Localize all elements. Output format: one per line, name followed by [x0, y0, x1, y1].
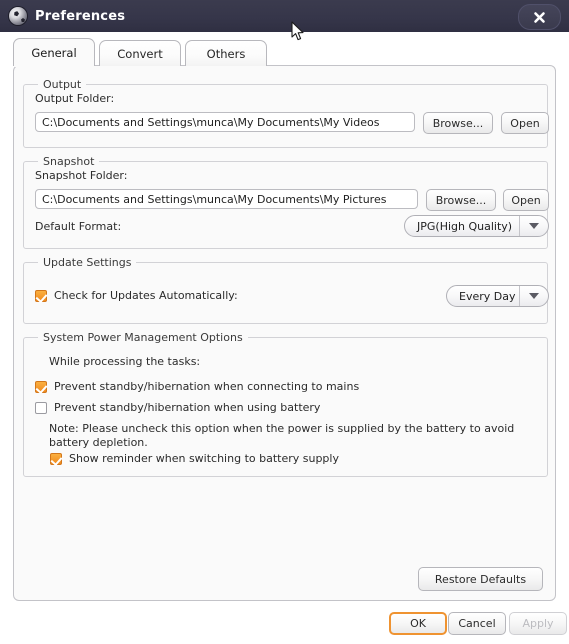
app-ball-icon: [9, 7, 27, 25]
output-folder-input[interactable]: [35, 112, 415, 132]
close-icon: [534, 11, 545, 23]
apply-label: Apply: [522, 617, 554, 630]
output-group-title: Output: [38, 78, 87, 91]
tab-general-label: General: [31, 45, 77, 60]
chevron-down-icon: [519, 216, 548, 236]
power-intro-label: While processing the tasks:: [49, 355, 201, 368]
power-management-group: System Power Management Options While pr…: [23, 331, 548, 477]
default-format-select[interactable]: JPG(High Quality): [404, 215, 549, 237]
prevent-standby-mains-label: Prevent standby/hibernation when connect…: [54, 380, 360, 393]
output-open-label: Open: [510, 116, 540, 130]
snapshot-open-label: Open: [511, 193, 541, 207]
chevron-down-icon: [519, 286, 548, 306]
check-updates-checkbox[interactable]: [35, 289, 47, 302]
tab-others-label: Others: [206, 46, 246, 61]
output-browse-label: Browse...: [432, 116, 484, 130]
output-folder-label: Output Folder:: [35, 92, 115, 105]
check-updates-label: Check for Updates Automatically:: [54, 289, 238, 302]
prevent-standby-mains-row[interactable]: Prevent standby/hibernation when connect…: [35, 380, 359, 393]
ok-button[interactable]: OK: [389, 612, 447, 635]
tab-convert-label: Convert: [117, 46, 163, 61]
check-updates-row[interactable]: Check for Updates Automatically:: [35, 289, 238, 302]
update-settings-group: Update Settings Check for Updates Automa…: [23, 256, 549, 324]
output-browse-button[interactable]: Browse...: [423, 112, 493, 134]
tab-bar: General Convert Others: [13, 38, 267, 67]
window-title: Preferences: [35, 8, 126, 24]
default-format-label: Default Format:: [35, 220, 122, 233]
ok-label: OK: [410, 617, 426, 630]
restore-defaults-label: Restore Defaults: [434, 572, 527, 586]
apply-button: Apply: [509, 612, 567, 635]
snapshot-group: Snapshot Snapshot Folder: Browse... Open…: [23, 155, 549, 249]
restore-defaults-button[interactable]: Restore Defaults: [418, 567, 543, 591]
output-open-button[interactable]: Open: [501, 112, 549, 134]
battery-note: Note: Please uncheck this option when th…: [49, 422, 515, 449]
snapshot-folder-input[interactable]: [35, 189, 418, 209]
prevent-standby-mains-checkbox[interactable]: [35, 380, 47, 393]
power-management-group-title: System Power Management Options: [38, 331, 248, 344]
show-reminder-checkbox[interactable]: [50, 452, 62, 465]
show-reminder-row[interactable]: Show reminder when switching to battery …: [50, 452, 339, 465]
snapshot-open-button[interactable]: Open: [503, 189, 549, 211]
update-frequency-select[interactable]: Every Day: [446, 285, 549, 307]
output-group: Output Output Folder: Browse... Open: [23, 78, 549, 148]
tab-convert[interactable]: Convert: [99, 40, 181, 66]
snapshot-folder-label: Snapshot Folder:: [35, 169, 128, 182]
prevent-standby-battery-row[interactable]: Prevent standby/hibernation when using b…: [35, 401, 320, 414]
general-tab-panel: Output Output Folder: Browse... Open Sna…: [13, 65, 556, 601]
update-frequency-value: Every Day: [459, 289, 516, 303]
close-button[interactable]: [518, 4, 561, 30]
snapshot-group-title: Snapshot: [38, 155, 100, 168]
cancel-label: Cancel: [458, 617, 496, 630]
snapshot-browse-button[interactable]: Browse...: [426, 189, 496, 211]
default-format-value: JPG(High Quality): [417, 219, 513, 233]
prevent-standby-battery-label: Prevent standby/hibernation when using b…: [54, 401, 321, 414]
update-settings-group-title: Update Settings: [38, 256, 137, 269]
prevent-standby-battery-checkbox[interactable]: [35, 401, 47, 414]
snapshot-browse-label: Browse...: [435, 193, 487, 207]
tab-others[interactable]: Others: [185, 40, 267, 66]
tab-general[interactable]: General: [13, 38, 95, 67]
show-reminder-label: Show reminder when switching to battery …: [69, 452, 339, 465]
cancel-button[interactable]: Cancel: [448, 612, 506, 635]
title-bar: Preferences: [0, 0, 569, 32]
